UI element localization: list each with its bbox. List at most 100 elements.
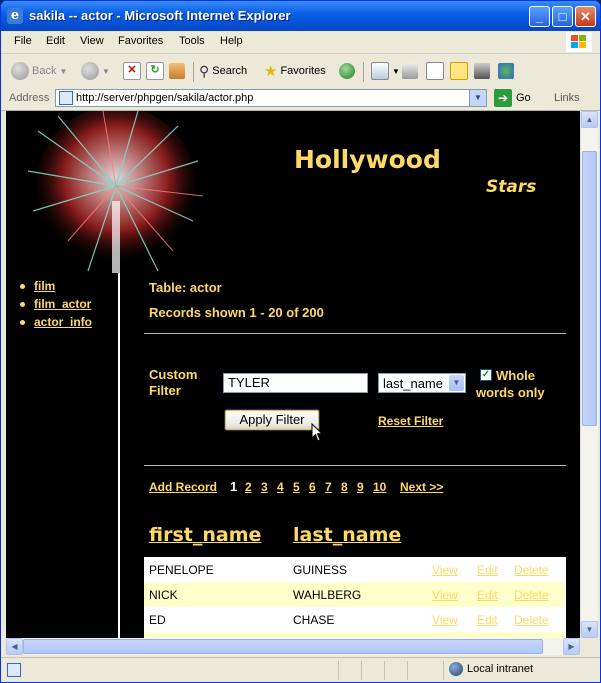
view-link[interactable]: View <box>432 613 458 627</box>
delete-link[interactable]: Delete <box>514 613 549 627</box>
windows-logo-icon <box>566 32 592 52</box>
status-pane-divider <box>338 661 339 680</box>
chevron-down-icon: ▼ <box>449 375 464 391</box>
page-link-9[interactable]: 9 <box>357 480 364 494</box>
horizontal-scrollbar[interactable]: ◀ ▶ <box>6 638 580 655</box>
whole-words-label-1: Whole <box>496 368 535 383</box>
back-label: Back <box>32 65 57 77</box>
filter-field-select[interactable]: last_name ▼ <box>378 373 466 393</box>
filter-input[interactable]: TYLER <box>223 373 368 393</box>
mail-dropdown-icon: ▼ <box>392 66 400 76</box>
stop-button[interactable]: ✕ <box>123 60 141 82</box>
column-header-last-name[interactable]: last_name <box>293 524 401 546</box>
history-button[interactable] <box>339 60 355 82</box>
bullet <box>20 283 25 289</box>
edit-button[interactable] <box>426 60 444 82</box>
home-icon <box>169 63 185 79</box>
maximize-button[interactable]: □ <box>552 6 573 27</box>
reset-filter-link[interactable]: Reset Filter <box>378 414 443 428</box>
print-button[interactable] <box>402 60 418 82</box>
vertical-scrollbar[interactable]: ▲ ▼ <box>580 111 598 638</box>
table-label: Table: actor <box>149 280 222 295</box>
records-count: Records shown 1 - 20 of 200 <box>149 305 324 320</box>
discuss-button[interactable] <box>450 60 468 82</box>
menu-file[interactable]: File <box>14 35 32 47</box>
add-record-link[interactable]: Add Record <box>149 480 217 494</box>
scroll-right-icon[interactable]: ▶ <box>563 638 580 655</box>
edit-link[interactable]: Edit <box>477 563 498 577</box>
vertical-scroll-thumb[interactable] <box>582 151 597 426</box>
menu-view[interactable]: View <box>80 35 104 47</box>
zone-label: Local intranet <box>467 663 534 675</box>
address-dropdown-icon[interactable]: ▼ <box>469 90 486 106</box>
search-button[interactable]: ⚲ Search <box>199 60 247 82</box>
menu-edit[interactable]: Edit <box>46 35 65 47</box>
close-button[interactable]: ✕ <box>575 6 596 27</box>
page-link-4[interactable]: 4 <box>277 480 284 494</box>
address-input[interactable]: http://server/phpgen/sakila/actor.php ▼ <box>55 89 487 107</box>
favorites-button[interactable]: ★ Favorites <box>264 60 326 82</box>
stop-icon: ✕ <box>123 62 141 80</box>
menu-favorites[interactable]: Favorites <box>118 35 163 47</box>
history-icon <box>339 63 355 79</box>
view-link[interactable]: View <box>432 563 458 577</box>
table-row: PENELOPE GUINESS View Edit Delete <box>144 557 566 582</box>
column-header-first-name[interactable]: first_name <box>149 524 261 546</box>
apply-filter-button[interactable]: Apply Filter <box>224 409 320 431</box>
sidebar-link-film[interactable]: film <box>34 279 55 293</box>
status-pane-divider <box>407 661 408 680</box>
page-link-3[interactable]: 3 <box>261 480 268 494</box>
cell-last-name: WAHLBERG <box>293 588 362 602</box>
scroll-up-icon[interactable]: ▲ <box>581 111 598 128</box>
page-link-2[interactable]: 2 <box>245 480 252 494</box>
links-button[interactable]: Links <box>554 92 580 104</box>
home-button[interactable] <box>169 60 185 82</box>
toolbar: Back ▼ ▼ ✕ ↻ ⚲ Search ★ Favorites ▼ <box>1 54 600 89</box>
minimize-button[interactable]: _ <box>529 6 550 27</box>
sidebar-link-actor-info[interactable]: actor_info <box>34 315 92 329</box>
page-viewport: Hollywood Stars film film_actor actor_in… <box>6 111 580 638</box>
scroll-left-icon[interactable]: ◀ <box>6 638 23 655</box>
page-link-7[interactable]: 7 <box>325 480 332 494</box>
research-icon <box>474 63 490 79</box>
menu-tools[interactable]: Tools <box>179 35 205 47</box>
intranet-icon <box>449 662 463 676</box>
page-link-10[interactable]: 10 <box>373 480 386 494</box>
go-button[interactable]: ➔ Go <box>494 89 531 107</box>
back-button[interactable]: Back ▼ <box>11 60 67 82</box>
title-bar[interactable]: e sakila -- actor - Microsoft Internet E… <box>1 1 600 31</box>
scroll-down-icon[interactable]: ▼ <box>581 621 598 638</box>
toolbar-separator <box>193 62 194 82</box>
page-current: 1 <box>230 479 238 494</box>
cell-last-name: GUINESS <box>293 563 348 577</box>
page-link-8[interactable]: 8 <box>341 480 348 494</box>
next-page-link[interactable]: Next >> <box>400 480 443 494</box>
status-pane-divider <box>443 661 444 680</box>
forward-button[interactable]: ▼ <box>81 60 110 82</box>
research-button[interactable] <box>474 60 490 82</box>
refresh-button[interactable]: ↻ <box>146 60 164 82</box>
horizontal-scroll-thumb[interactable] <box>23 639 543 654</box>
delete-link[interactable]: Delete <box>514 563 549 577</box>
edit-link[interactable]: Edit <box>477 613 498 627</box>
page-link-6[interactable]: 6 <box>309 480 316 494</box>
page-link-5[interactable]: 5 <box>293 480 300 494</box>
sidebar-item-film-actor: film_actor <box>20 295 92 313</box>
window-title: sakila -- actor - Microsoft Internet Exp… <box>29 8 291 23</box>
messenger-button[interactable] <box>498 60 514 82</box>
sidebar-link-film-actor[interactable]: film_actor <box>34 297 91 311</box>
delete-link[interactable]: Delete <box>514 588 549 602</box>
discuss-icon <box>450 62 468 80</box>
search-icon: ⚲ <box>199 62 210 79</box>
view-link[interactable]: View <box>432 588 458 602</box>
records-table: PENELOPE GUINESS View Edit Delete NICK W… <box>144 557 566 638</box>
mail-button[interactable]: ▼ <box>371 60 400 82</box>
filter-field-value: last_name <box>383 376 443 391</box>
forward-dropdown-icon: ▼ <box>102 66 110 76</box>
custom-filter-label-2: Filter <box>149 383 181 398</box>
menu-help[interactable]: Help <box>220 35 243 47</box>
go-arrow-icon: ➔ <box>494 89 512 107</box>
bullet <box>20 319 25 325</box>
edit-link[interactable]: Edit <box>477 588 498 602</box>
whole-words-checkbox[interactable]: ✓ <box>480 369 492 381</box>
